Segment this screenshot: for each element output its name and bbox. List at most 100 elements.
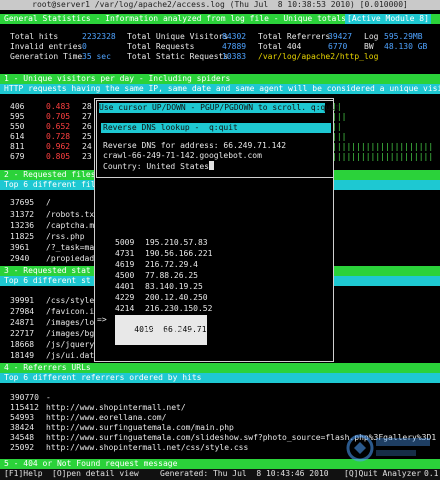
unique-visitors-label: Total Unique Visitors <box>127 32 229 41</box>
total-404-label: Total 404 <box>258 42 302 51</box>
total-referrers-value: 39427 <box>328 32 353 41</box>
static-requests-value: 10383 <box>222 52 247 61</box>
referrer-count: 25092 <box>10 443 35 452</box>
section-1-header[interactable]: 1 - Unique visitors per day - Including … <box>0 74 440 84</box>
ip-address[interactable]: 190.56.166.221 <box>145 249 212 259</box>
ip-address[interactable]: 200.12.40.250 <box>145 293 208 303</box>
request-path: /propiedad <box>46 254 94 263</box>
visitors-day: 24 <box>82 142 92 151</box>
static-path: /images/lo <box>46 318 94 327</box>
referrer-url: http://www.eorellana.com/ <box>46 413 167 422</box>
section-4-subtitle: Top 6 different referrers ordered by hit… <box>0 373 440 383</box>
dns-scroll-help: Use cursor UP/DOWN - PGUP/PGDOWN to scro… <box>99 103 340 113</box>
visitors-count: 595 <box>10 112 25 121</box>
visitors-bar: ||| <box>332 132 347 141</box>
ip-address[interactable]: 77.88.26.25 <box>145 271 198 281</box>
visitors-count: 550 <box>10 122 25 131</box>
visitors-count: 811 <box>10 142 25 151</box>
selection-marker: => <box>97 315 107 324</box>
static-count: 18668 <box>10 340 35 349</box>
request-count: 2940 <box>10 254 30 263</box>
visitors-percent: 0.728 <box>46 132 71 141</box>
dns-lookup-popup[interactable]: Use cursor UP/DOWN - PGUP/PGDOWN to scro… <box>96 100 340 178</box>
request-path: / <box>46 198 51 207</box>
visitors-count: 679 <box>10 152 25 161</box>
ip-address[interactable]: 216.230.150.52 <box>145 304 212 314</box>
open-detail-shortcut[interactable]: [O]pen detail view <box>52 469 139 479</box>
visitors-day: 28 <box>82 102 92 111</box>
total-hits-label: Total hits <box>10 32 59 41</box>
request-count: 3961 <box>10 243 30 252</box>
dns-popup-title: Reverse DNS lookup - q:quit <box>101 123 331 133</box>
generation-time-value: 35 sec <box>82 52 111 61</box>
ip-address[interactable]: 216.72.29.4 <box>145 260 198 270</box>
referrer-count: 115412 <box>10 403 39 412</box>
static-path: /images/bg <box>46 329 94 338</box>
active-module-badge: [Active Module 8] <box>345 14 431 24</box>
text-cursor <box>208 161 214 170</box>
invalid-entries-value: 0 <box>82 42 87 51</box>
static-count: 18149 <box>10 351 35 360</box>
log-size-value: 595.29MB <box>384 32 423 41</box>
static-path: /js/jquery <box>46 340 94 349</box>
dns-host-line: crawl-66-249-71-142.googlebot.com <box>103 151 262 160</box>
visitors-bar: ||| <box>332 112 347 121</box>
visitors-percent: 0.483 <box>46 102 71 111</box>
dns-address-line: Reverse DNS for address: 66.249.71.142 <box>103 141 287 150</box>
request-count: 11825 <box>10 232 35 241</box>
unique-visitors-value: 84302 <box>222 32 247 41</box>
watermark-logo <box>346 434 430 462</box>
visitors-bar: ||||||||||||||||||||| <box>332 142 434 151</box>
total-requests-value: 47889 <box>222 42 247 51</box>
dns-country-line: Country: United States <box>103 161 214 172</box>
referrer-url: - <box>46 393 51 402</box>
generation-time-label: Generation Time <box>10 52 83 61</box>
bw-value: 48.130 GB <box>384 42 428 51</box>
request-path: /rss.php <box>46 232 85 241</box>
generated-timestamp: Generated: Thu Jul 8 10:43:46 2010 <box>160 469 329 478</box>
version-label: 0.1 <box>424 469 439 478</box>
static-path: /favicon.i <box>46 307 94 316</box>
ip-hits: 4214 <box>115 304 135 313</box>
invalid-entries-label: Invalid entries <box>10 42 83 51</box>
log-label: Log <box>364 32 379 41</box>
bw-label: BW <box>364 42 374 51</box>
referrer-url: http://www.shopintermall.net/ <box>46 403 186 412</box>
request-count: 13236 <box>10 221 35 230</box>
referrer-count: 54993 <box>10 413 35 422</box>
visitors-count: 614 <box>10 132 25 141</box>
ip-address[interactable]: 195.210.57.83 <box>145 238 208 248</box>
referrer-count: 34548 <box>10 433 35 442</box>
visitors-day: 25 <box>82 132 92 141</box>
static-count: 39991 <box>10 296 35 305</box>
section-1-subtitle: HTTP requests having the same IP, same d… <box>0 84 440 94</box>
window-title: root@server1 /var/log/apache2/access.log… <box>0 0 440 10</box>
request-path: /captcha.m <box>46 221 94 230</box>
static-path: /css/style <box>46 296 94 305</box>
ip-hits: 4731 <box>115 249 135 258</box>
ip-hits: 4619 <box>115 260 135 269</box>
log-path: /var/log/apache2/http_log <box>258 52 379 61</box>
referrer-count: 390770 <box>10 393 39 402</box>
ip-hits: 5009 <box>115 238 135 247</box>
visitors-bar: ||||||||||||||||||||| <box>332 152 434 161</box>
total-hits-value: 2232328 <box>82 32 116 41</box>
visitors-percent: 0.962 <box>46 142 71 151</box>
visitors-day: 26 <box>82 122 92 131</box>
request-path: /?_task=ma <box>46 243 94 252</box>
help-shortcut[interactable]: [F1]Help <box>4 469 43 479</box>
dns-country-text: Country: United States <box>103 162 209 171</box>
visitors-day: 27 <box>82 112 92 121</box>
total-404-value: 6770 <box>328 42 348 51</box>
ip-hits: 4500 <box>115 271 135 280</box>
ip-address[interactable]: 83.140.19.25 <box>145 282 203 292</box>
ip-address[interactable]: 85.92.84.232 <box>145 326 203 336</box>
static-count: 27984 <box>10 307 35 316</box>
request-path: /robots.tx <box>46 210 94 219</box>
quit-shortcut[interactable]: [Q]Quit Analyzer <box>344 469 421 479</box>
general-stats-title: General Statistics - Information analyze… <box>4 14 346 23</box>
static-path: /js/ui.dat <box>46 351 94 360</box>
section-4-header[interactable]: 4 - Referrers URLs <box>0 363 440 373</box>
ip-hits: 4003 <box>115 326 135 335</box>
visitors-percent: 0.705 <box>46 112 71 121</box>
